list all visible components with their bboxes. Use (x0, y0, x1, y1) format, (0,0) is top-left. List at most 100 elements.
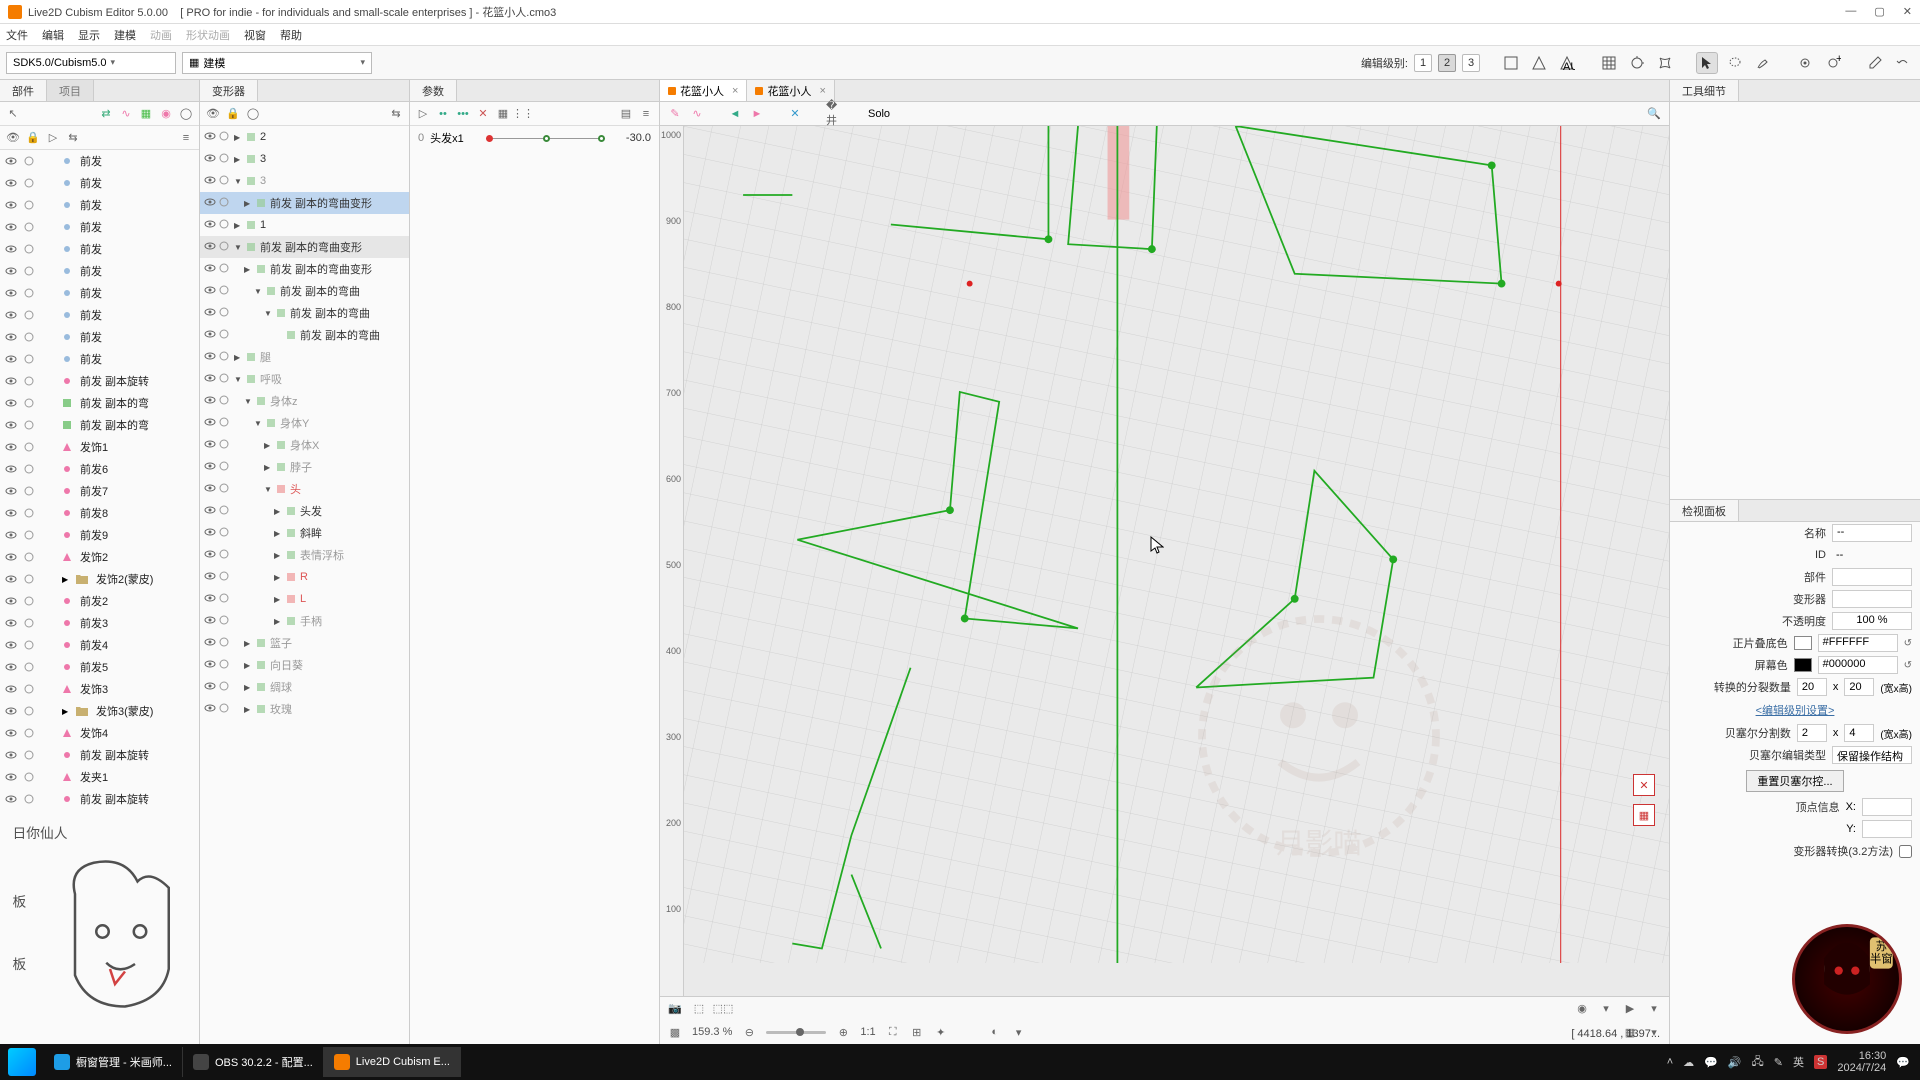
sdk-combo[interactable]: SDK5.0/Cubism5.0▾ (6, 52, 176, 74)
part-row[interactable]: 前发 (0, 216, 199, 238)
ratio-label[interactable]: 1:1 (860, 1026, 875, 1038)
lock-ring-icon[interactable] (218, 372, 230, 387)
parts-tab[interactable]: 部件 (0, 80, 47, 101)
visibility-icon[interactable] (204, 130, 216, 145)
part-row[interactable]: 发饰2 (0, 546, 199, 568)
lock-ring-icon[interactable] (22, 550, 36, 564)
lock-ring-icon[interactable] (218, 548, 230, 563)
lock-ring-icon[interactable] (218, 350, 230, 365)
part-row[interactable]: 前发8 (0, 502, 199, 524)
tray-chat-icon[interactable]: 💬 (1704, 1056, 1718, 1069)
param-play-icon[interactable]: ▷ (416, 107, 430, 121)
def-lock-icon[interactable]: 🔒 (226, 107, 240, 121)
visibility-icon[interactable] (204, 592, 216, 607)
menu-file[interactable]: 文件 (6, 27, 28, 43)
part-row[interactable]: 前发 (0, 150, 199, 172)
part-row[interactable]: 前发 副本的弯 (0, 392, 199, 414)
lock-ring-icon[interactable] (218, 482, 230, 497)
parts-list[interactable]: 前发前发前发前发前发前发前发前发前发前发前发 副本旋转前发 副本的弯前发 副本的… (0, 150, 199, 1044)
lock-ring-icon[interactable] (22, 660, 36, 674)
mode-combo[interactable]: ▦ 建模▾ (182, 52, 372, 74)
deformer-row[interactable]: ▶绸球 (200, 676, 409, 698)
lock-ring-icon[interactable] (22, 396, 36, 410)
visibility-icon[interactable] (4, 638, 18, 652)
visibility-icon[interactable] (204, 460, 216, 475)
visibility-icon[interactable] (204, 548, 216, 563)
play-header-icon[interactable]: ▷ (46, 131, 60, 145)
reset-icon[interactable]: ↺ (1904, 660, 1912, 671)
deformer-row[interactable]: ▶前发 副本的弯曲变形 (200, 258, 409, 280)
visibility-icon[interactable] (204, 504, 216, 519)
lock-ring-icon[interactable] (218, 658, 230, 673)
part-row[interactable]: 发饰1 (0, 436, 199, 458)
edit-level-link[interactable]: <编辑级别设置> (1670, 698, 1920, 722)
canvas-curve-icon[interactable]: ∿ (690, 107, 704, 121)
tray-net-icon[interactable]: 🖧 (1752, 1053, 1764, 1072)
visibility-icon[interactable] (204, 702, 216, 717)
lock-ring-icon[interactable] (218, 504, 230, 519)
visibility-icon[interactable] (4, 352, 18, 366)
undo-path-button[interactable] (1892, 52, 1914, 74)
div-x-field[interactable] (1797, 678, 1827, 696)
part-row[interactable]: 前发 副本旋转 (0, 370, 199, 392)
part-row[interactable]: 前发 (0, 282, 199, 304)
deformer-row[interactable]: ▶头发 (200, 500, 409, 522)
lock-ring-icon[interactable] (218, 526, 230, 541)
menu-help[interactable]: 帮助 (280, 27, 302, 43)
rec-dot-icon[interactable]: ◉ (1575, 1002, 1589, 1016)
lock-ring-icon[interactable] (218, 570, 230, 585)
eyedrop-button[interactable] (1864, 52, 1886, 74)
mult-color-field[interactable]: #FFFFFF (1818, 634, 1898, 652)
snapshot-icon[interactable]: 📷 (668, 1002, 682, 1016)
conv-checkbox[interactable] (1899, 845, 1912, 858)
lock-ring-icon[interactable] (22, 330, 36, 344)
lock-ring-icon[interactable] (22, 748, 36, 762)
def-sync-icon[interactable]: ⇆ (389, 107, 403, 121)
deformer-row[interactable]: ▶向日葵 (200, 654, 409, 676)
grid-mini-icon[interactable]: ▦ (139, 107, 153, 121)
lock-ring-icon[interactable] (218, 328, 230, 343)
opacity-drop-icon[interactable]: ▾ (1012, 1025, 1026, 1039)
canvas-fwd-icon[interactable]: ► (750, 107, 764, 121)
deformer-row[interactable]: ▼头 (200, 478, 409, 500)
lock-ring-icon[interactable] (22, 220, 36, 234)
visibility-icon[interactable] (4, 418, 18, 432)
deformer-row[interactable]: ▶1 (200, 214, 409, 236)
canvas-x-icon[interactable]: ✕ (788, 107, 802, 121)
glue-weight-button[interactable]: + (1822, 52, 1844, 74)
lock-ring-icon[interactable] (218, 438, 230, 453)
deformer-row[interactable]: ▶3 (200, 148, 409, 170)
lock-ring-icon[interactable] (22, 682, 36, 696)
menu-anim[interactable]: 动画 (150, 27, 172, 43)
grid-deform-button[interactable] (1598, 52, 1620, 74)
maximize-button[interactable]: ▢ (1874, 5, 1884, 18)
grid-overlay-button[interactable]: ▦ (1633, 804, 1655, 826)
def-ring-icon[interactable]: ◯ (246, 107, 260, 121)
visibility-icon[interactable] (4, 264, 18, 278)
param-adj-icon[interactable]: ⋮⋮ (516, 107, 530, 121)
visibility-icon[interactable] (204, 174, 216, 189)
visibility-icon[interactable] (4, 770, 18, 784)
solo-label[interactable]: Solo (868, 108, 890, 120)
deformer-row[interactable]: ▶玫瑰 (200, 698, 409, 720)
level-3-button[interactable]: 3 (1462, 54, 1480, 72)
visibility-icon[interactable] (204, 526, 216, 541)
part-row[interactable]: 前发 (0, 238, 199, 260)
parameter-row[interactable]: 0 头发x1 -30.0 (410, 126, 659, 150)
lock-ring-icon[interactable] (218, 152, 230, 167)
visibility-icon[interactable] (4, 506, 18, 520)
param-del-icon[interactable]: ✕ (476, 107, 490, 121)
lock-ring-icon[interactable] (22, 286, 36, 300)
rot-mini-icon[interactable]: ◉ (159, 107, 173, 121)
visibility-icon[interactable] (4, 572, 18, 586)
start-button[interactable] (8, 1048, 36, 1076)
glue-tool-button[interactable] (1794, 52, 1816, 74)
rec2-icon[interactable]: ⬚⬚ (716, 1002, 730, 1016)
link-icon[interactable]: ⇄ (99, 107, 113, 121)
visibility-icon[interactable] (4, 726, 18, 740)
menu-view[interactable]: 显示 (78, 27, 100, 43)
tray-ime[interactable]: 英 (1793, 1054, 1804, 1070)
lock-ring-icon[interactable] (22, 484, 36, 498)
canvas-back-icon[interactable]: ◄ (728, 107, 742, 121)
lock-ring-icon[interactable] (22, 242, 36, 256)
